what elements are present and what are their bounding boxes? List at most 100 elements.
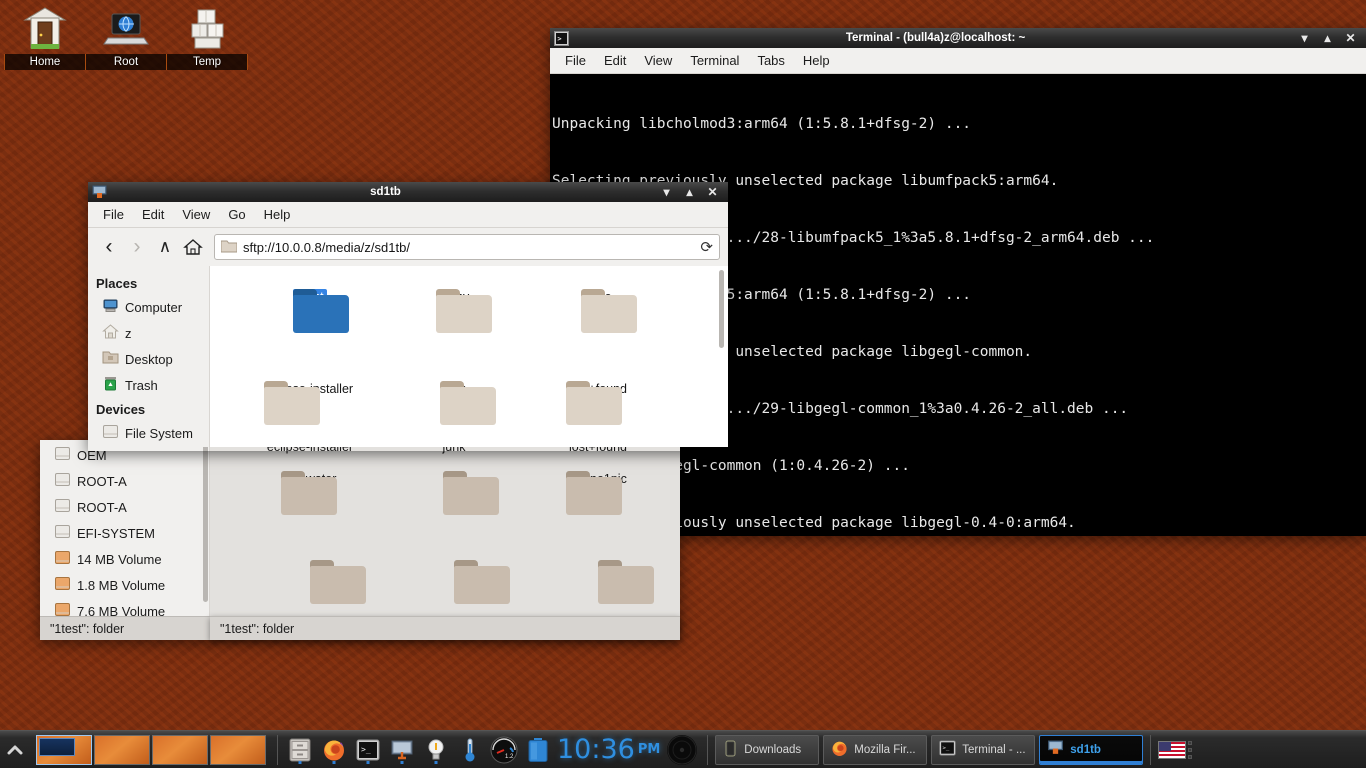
clock[interactable]: 10:36 PM (557, 734, 660, 765)
file-manager-toolbar[interactable]: ‹ › ∧ sftp://10.0.0.8/media/z/sd1tb/ ⟳ (88, 228, 728, 266)
screenshot-icon[interactable] (387, 735, 417, 765)
file-list-scrollbar[interactable] (717, 270, 726, 443)
back-folder-item[interactable]: phone1pic (526, 462, 670, 554)
file-manager-close-button[interactable]: ✕ (707, 186, 718, 198)
workspace-4[interactable] (210, 734, 266, 765)
sidebar-item-computer[interactable]: Computer (94, 294, 209, 320)
volume-icon (54, 549, 71, 569)
back-file-list[interactable]: eclipse-installer junk lost+found MV wat… (210, 440, 680, 616)
terminal-menu-help[interactable]: Help (794, 51, 839, 70)
workspace-switcher[interactable] (32, 734, 270, 765)
terminal-icon[interactable]: >_ (353, 735, 383, 765)
svg-text:>_: >_ (361, 745, 371, 754)
drive-icon (54, 497, 71, 517)
file-manager-minimize-button[interactable]: ▾ (661, 186, 672, 198)
file-item-junk[interactable]: junk (382, 372, 526, 447)
desktop-icon-root-label: Root (85, 54, 167, 70)
tray-handle[interactable] (1188, 740, 1193, 759)
terminal-menu-edit[interactable]: Edit (595, 51, 635, 70)
back-folder-item[interactable] (382, 554, 526, 616)
back-folder-item[interactable]: old (382, 462, 526, 554)
taskbar[interactable]: >_ 1.2 10:36 PM Downloads Mozilla Fir...… (0, 730, 1366, 768)
keyboard-layout-indicator[interactable] (1158, 740, 1193, 759)
back-button[interactable]: ‹ (96, 234, 122, 260)
terminal-menu-terminal[interactable]: Terminal (681, 51, 748, 70)
terminal-menu-file[interactable]: File (556, 51, 595, 70)
home-icon[interactable] (180, 234, 206, 260)
file-item-1tony[interactable]: 1tony (382, 280, 526, 372)
terminal-minimize-button[interactable]: ▾ (1299, 32, 1310, 44)
fm-menu-help[interactable]: Help (255, 205, 300, 224)
desktop-icon-home[interactable]: Home (4, 4, 86, 70)
back-device-efi-system[interactable]: EFI-SYSTEM (46, 520, 209, 546)
fm-menu-go[interactable]: Go (219, 205, 254, 224)
lightbulb-icon[interactable] (421, 735, 451, 765)
taskbar-window-sd1tb[interactable]: sd1tb (1039, 734, 1144, 765)
drive-icon (102, 423, 119, 443)
gauge-value: 1.2 (505, 754, 514, 760)
sidebar-item-z[interactable]: z (94, 320, 209, 346)
up-button[interactable]: ∧ (152, 234, 178, 260)
sidebar-item-file-system[interactable]: File System (94, 420, 209, 446)
back-folder-item[interactable]: MV water (238, 462, 382, 554)
taskbar-window-terminal[interactable]: >_ Terminal - ... (931, 734, 1036, 765)
battery-icon[interactable] (523, 735, 553, 765)
path-bar[interactable]: sftp://10.0.0.8/media/z/sd1tb/ ⟳ (214, 234, 720, 260)
back-device-root-a-1[interactable]: ROOT-A (46, 468, 209, 494)
file-cabinet-icon[interactable] (285, 735, 315, 765)
home-icon (102, 323, 119, 343)
terminal-menu-view[interactable]: View (635, 51, 681, 70)
file-manager-statusbar: "1test": folder (210, 616, 680, 640)
show-desktop-button[interactable] (2, 743, 28, 757)
back-device-label: EFI-SYSTEM (77, 525, 156, 541)
back-folder-item[interactable] (526, 554, 670, 616)
terminal-menubar[interactable]: File Edit View Terminal Tabs Help (550, 48, 1366, 74)
sidebar-item-trash[interactable]: Trash (94, 372, 209, 398)
workspace-3[interactable] (152, 734, 208, 765)
file-manager-titlebar[interactable]: sd1tb ▾ ▴ ✕ (88, 182, 728, 202)
terminal-close-button[interactable]: ✕ (1345, 32, 1356, 44)
file-manager-window[interactable]: sd1tb ▾ ▴ ✕ File Edit View Go Help ‹ › ∧… (88, 182, 728, 451)
firefox-icon[interactable] (319, 735, 349, 765)
back-device-root-a-2[interactable]: ROOT-A (46, 494, 209, 520)
gauge-icon[interactable]: 1.2 (489, 735, 519, 765)
file-item-drive[interactable]: drive (526, 280, 670, 372)
back-device-volume-7-6mb[interactable]: 7.6 MB Volume (46, 598, 209, 624)
fm-menu-edit[interactable]: Edit (133, 205, 173, 224)
file-item-lost-found[interactable]: lost+found (526, 372, 670, 447)
file-item-1test[interactable]: 1test (238, 280, 382, 372)
terminal-titlebar[interactable]: > Terminal - (bull4a)z@localhost: ~ ▾ ▴ … (550, 28, 1366, 48)
file-manager-maximize-button[interactable]: ▴ (684, 186, 695, 198)
path-text: sftp://10.0.0.8/media/z/sd1tb/ (243, 239, 410, 255)
fm-menu-view[interactable]: View (173, 205, 219, 224)
reload-button[interactable]: ⟳ (700, 238, 713, 256)
desktop-icon-root[interactable]: Root (85, 4, 167, 70)
file-manager-menubar[interactable]: File Edit View Go Help (88, 202, 728, 228)
clock-time: 10:36 (557, 734, 635, 765)
back-sidebar-scrollbar[interactable] (203, 444, 208, 602)
back-sidebar[interactable]: OEM ROOT-A ROOT-A EFI-SYSTEM 14 MB Volum… (40, 440, 210, 619)
back-device-volume-14mb[interactable]: 14 MB Volume (46, 546, 209, 572)
file-manager-window-back[interactable]: OEM ROOT-A ROOT-A EFI-SYSTEM 14 MB Volum… (40, 440, 680, 640)
svg-text:>: > (557, 35, 561, 43)
taskbar-window-downloads[interactable]: Downloads (715, 734, 820, 765)
forward-button[interactable]: › (124, 234, 150, 260)
desktop-icon-temp[interactable]: Temp (166, 4, 248, 70)
workspace-2[interactable] (94, 734, 150, 765)
thermometer-icon[interactable] (455, 735, 485, 765)
file-list[interactable]: 1test 1tony drive eclipse-installer junk (210, 266, 728, 447)
terminal-menu-tabs[interactable]: Tabs (748, 51, 793, 70)
taskbar-window-firefox[interactable]: Mozilla Fir... (823, 734, 928, 765)
workspace-1[interactable] (36, 734, 92, 765)
file-item-eclipse-installer[interactable]: eclipse-installer (238, 372, 382, 447)
back-folder-item[interactable] (238, 554, 382, 616)
sidebar-label: File System (125, 425, 193, 441)
media-icon[interactable] (664, 734, 700, 765)
fm-menu-file[interactable]: File (94, 205, 133, 224)
terminal-maximize-button[interactable]: ▴ (1322, 32, 1333, 44)
sidebar-item-desktop[interactable]: Desktop (94, 346, 209, 372)
taskbar-window-label: Downloads (744, 743, 802, 756)
back-device-volume-1-8mb[interactable]: 1.8 MB Volume (46, 572, 209, 598)
folder-icon (723, 740, 738, 760)
file-manager-sidebar[interactable]: Places Computer z Desktop Trash Devices … (88, 266, 210, 447)
